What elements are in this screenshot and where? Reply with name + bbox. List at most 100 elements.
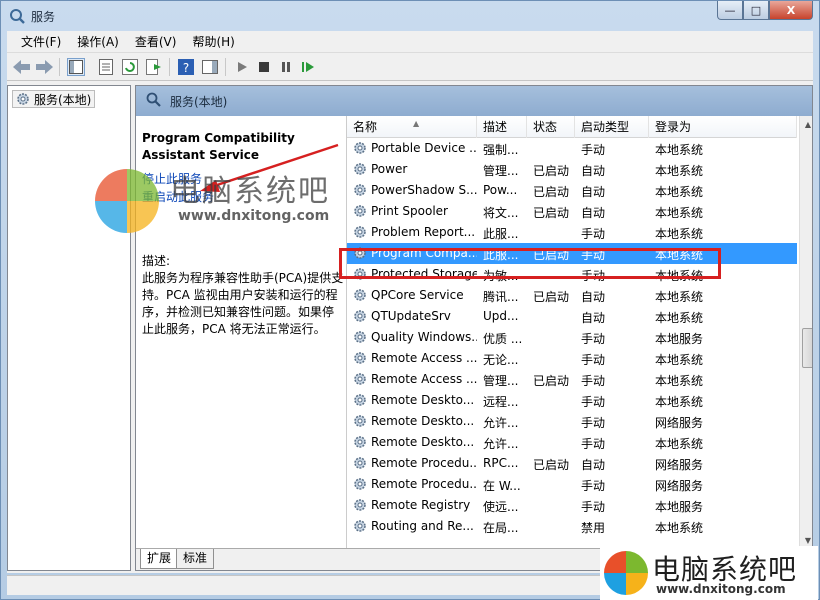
forward-arrow-icon[interactable] [35,58,53,76]
table-row[interactable]: Problem Report... 此服... 手动 本地系统 [347,222,797,243]
table-row[interactable]: Routing and Re... 在局... 禁用 本地系统 [347,516,797,537]
scroll-up-icon[interactable]: ▲ [800,116,812,132]
table-row[interactable]: QTUpdateSrv Upd... 自动 本地系统 [347,306,797,327]
menu-view[interactable]: 查看(V) [127,33,185,50]
close-button[interactable]: X [769,1,813,20]
cell-startup-type: 自动 [581,290,606,304]
tab-extended[interactable]: 扩展 [140,549,179,569]
cell-logon-as: 本地服务 [655,500,704,514]
scrollbar-thumb[interactable] [802,328,812,368]
refresh-icon[interactable] [121,58,139,76]
cell-name: PowerShadow S... [371,183,477,197]
cell-description: 优质 ... [483,332,523,346]
table-row[interactable]: QPCore Service 腾讯... 已启动 自动 本地系统 [347,285,797,306]
gear-icon [354,310,366,322]
menu-file[interactable]: 文件(F) [13,33,69,50]
window-title: 服务 [31,10,56,24]
tab-standard[interactable]: 标准 [176,549,215,569]
cell-description: 强制... [483,143,519,157]
help-icon[interactable]: ? [177,58,195,76]
tree-item-label: 服务(本地) [34,92,92,107]
cell-name: Remote Deskto... [371,414,475,428]
gear-icon [354,373,366,385]
cell-description: 在局... [483,521,519,535]
back-arrow-icon[interactable] [13,58,31,76]
cell-description: Pow... [483,183,518,197]
svg-text:?: ? [183,61,189,75]
column-header-startup-type[interactable]: 启动类型 [575,116,649,138]
cell-startup-type: 手动 [581,479,606,493]
cell-logon-as: 本地系统 [655,143,704,157]
toolbar-separator [59,58,60,76]
cell-name: Remote Deskto... [371,435,475,449]
table-row[interactable]: Remote Procedu... RPC... 已启动 自动 网络服务 [347,453,797,474]
table-row[interactable]: Remote Registry 使远... 手动 本地服务 [347,495,797,516]
vertical-scrollbar[interactable]: ▲ ▼ [799,116,812,548]
cell-name: QPCore Service [371,288,464,302]
gear-icon [354,142,366,154]
services-list: 名称 ▲ 描述 状态 启动类型 登录为 Portable Device ... 强… [346,116,812,548]
column-header-logon-as[interactable]: 登录为 [649,116,797,138]
cell-logon-as: 网络服务 [655,416,704,430]
minimize-button[interactable]: — [717,1,743,20]
toolbar-separator [169,58,170,76]
highlight-box [339,248,721,279]
console-tree-icon[interactable] [67,58,85,76]
cell-logon-as: 本地系统 [655,206,704,220]
cell-startup-type: 手动 [581,500,606,514]
watermark-center: 电脑系统吧 www.dnxitong.com [92,166,382,236]
column-header-name[interactable]: 名称 ▲ [347,116,477,138]
show-hide-action-pane-icon[interactable] [201,58,219,76]
cell-name: Remote Access ... [371,351,477,365]
tree-item-services-local[interactable]: 服务(本地) [12,90,96,108]
table-row[interactable]: Remote Procedu... 在 W... 手动 网络服务 [347,474,797,495]
table-row[interactable]: Remote Access ... 无论... 手动 本地系统 [347,348,797,369]
stop-service-icon[interactable] [255,58,273,76]
pane-header-title: 服务(本地) [170,95,228,109]
start-service-icon[interactable] [233,58,251,76]
cell-startup-type: 手动 [581,353,606,367]
table-row[interactable]: Remote Deskto... 允许... 手动 网络服务 [347,411,797,432]
cell-logon-as: 本地系统 [655,374,704,388]
cell-logon-as: 网络服务 [655,479,704,493]
table-row[interactable]: Portable Device ... 强制... 手动 本地系统 [347,138,797,159]
cell-logon-as: 本地系统 [655,395,704,409]
cell-startup-type: 手动 [581,437,606,451]
cell-name: Portable Device ... [371,141,477,155]
cell-startup-type: 手动 [581,374,606,388]
column-header-row: 名称 ▲ 描述 状态 启动类型 登录为 [347,116,797,138]
table-row[interactable]: PowerShadow S... Pow... 已启动 自动 本地系统 [347,180,797,201]
pause-service-icon[interactable] [277,58,295,76]
gear-icon [354,436,366,448]
cell-description: 管理... [483,164,519,178]
table-row[interactable]: Print Spooler 将文... 已启动 自动 本地系统 [347,201,797,222]
menu-action[interactable]: 操作(A) [69,33,127,50]
menu-help[interactable]: 帮助(H) [184,33,242,50]
cell-description: 远程... [483,395,519,409]
cell-startup-type: 自动 [581,185,606,199]
restart-service-icon[interactable] [299,58,317,76]
maximize-button[interactable]: □ [743,1,769,20]
cell-status: 已启动 [533,290,570,304]
table-row[interactable]: Remote Deskto... 允许... 手动 本地系统 [347,432,797,453]
cell-status: 已启动 [533,185,570,199]
table-row[interactable]: Remote Deskto... 远程... 手动 本地系统 [347,390,797,411]
column-header-description[interactable]: 描述 [477,116,527,138]
cell-logon-as: 本地系统 [655,353,704,367]
cell-logon-as: 本地系统 [655,227,704,241]
watermark-url: www.dnxitong.com [178,208,330,224]
cell-status: 已启动 [533,164,570,178]
cell-description: 使远... [483,500,519,514]
description-text: 此服务为程序兼容性助手(PCA)提供支持。PCA 监视由用户安装和运行的程序，并… [142,271,344,336]
export-list-icon[interactable] [145,58,163,76]
table-row[interactable]: Quality Windows... 优质 ... 手动 本地服务 [347,327,797,348]
properties-icon[interactable] [97,58,115,76]
cell-name: Problem Report... [371,225,476,239]
title-bar[interactable]: 服务 — □ X [1,1,819,31]
table-row[interactable]: Power 管理... 已启动 自动 本地系统 [347,159,797,180]
table-row[interactable]: Remote Access ... 管理... 已启动 手动 本地系统 [347,369,797,390]
gear-icon [354,289,366,301]
gear-icon [354,352,366,364]
cell-description: 此服... [483,227,519,241]
column-header-status[interactable]: 状态 [527,116,575,138]
